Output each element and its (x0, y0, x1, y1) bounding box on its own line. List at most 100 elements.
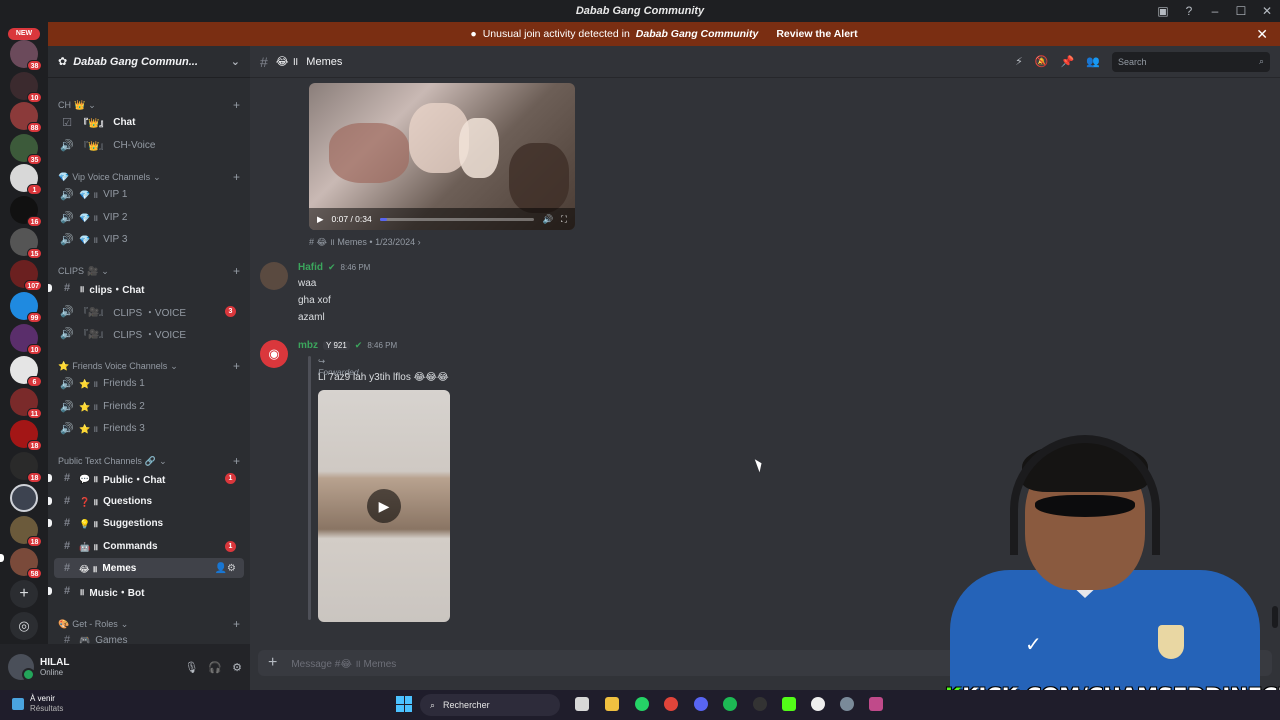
channel-chat[interactable]: ☑ 『👑』 Chat (54, 112, 244, 132)
channel-public-chat[interactable]: # 💬 ॥ Public・Chat 1 (48, 468, 244, 488)
guild-header[interactable]: ✿ Dabab Gang Commun... ⌄ (48, 46, 250, 78)
server-icon[interactable]: 38 (10, 40, 42, 71)
server-icon[interactable] (10, 484, 38, 512)
fullscreen-icon[interactable]: ⛶ (561, 214, 567, 225)
volume-icon[interactable]: 🔊 (542, 214, 553, 225)
server-icon[interactable]: 6 (10, 356, 42, 387)
discover-icon[interactable]: ◎ (10, 612, 38, 640)
server-icon[interactable]: 10 (10, 324, 42, 355)
start-button[interactable] (396, 696, 412, 712)
category-public[interactable]: Public Text Channels 🔗 ⌄ + (58, 454, 240, 468)
add-channel-icon[interactable]: + (233, 454, 240, 468)
channel-questions[interactable]: # ❓ ॥ Questions (48, 491, 244, 511)
threads-icon[interactable]: ⚡ (1015, 55, 1023, 68)
channel-vip-3[interactable]: 🔊 💎 ॥ VIP 3 (54, 229, 244, 249)
members-icon[interactable]: 👥 (1086, 55, 1100, 68)
media-player-icon[interactable] (811, 697, 825, 711)
category-vip[interactable]: 💎 Vip Voice Channels ⌄ + (58, 170, 240, 184)
server-icon[interactable]: 1 (10, 164, 42, 195)
server-icon[interactable]: 58 (10, 548, 42, 579)
server-icon[interactable]: 107 (10, 260, 42, 291)
discord-logo-icon[interactable]: ◉ (260, 340, 288, 368)
terminal-icon[interactable] (782, 697, 796, 711)
file-explorer-icon[interactable] (575, 697, 589, 711)
microphone-icon[interactable]: 🎙 (184, 661, 198, 674)
channel-memes[interactable]: # 😂 ॥ Memes 👤⚙ (54, 558, 244, 578)
add-attachment-icon[interactable]: + (268, 654, 277, 672)
channel-ch-voice[interactable]: 🔊 『👑』 CH-Voice (54, 135, 244, 155)
server-icon[interactable]: 15 (10, 228, 42, 259)
folder-icon[interactable] (605, 697, 619, 711)
message-author[interactable]: Hafid (298, 262, 323, 273)
help-icon[interactable]: ? (1176, 4, 1202, 18)
review-alert-button[interactable]: Review the Alert (776, 28, 857, 40)
avatar[interactable] (8, 654, 35, 681)
discord-icon[interactable] (694, 697, 708, 711)
channel-suggestions[interactable]: # 💡 ॥ Suggestions (48, 513, 244, 533)
avatar[interactable] (260, 262, 288, 290)
play-icon[interactable]: ▶ (367, 489, 401, 523)
search-input[interactable]: Search ⌕ (1112, 51, 1270, 72)
server-icon[interactable]: 88 (10, 102, 42, 133)
add-channel-icon[interactable]: + (233, 617, 240, 631)
pin-icon[interactable]: 📌 (1061, 55, 1075, 68)
channel-vip-1[interactable]: 🔊 💎 ॥ VIP 1 (54, 184, 244, 204)
gear-icon[interactable]: ⚙ (232, 661, 242, 674)
headphones-icon[interactable]: 🎧 (208, 661, 222, 674)
star-icon: ⭐ (58, 360, 70, 371)
category-roles[interactable]: 🎨 Get - Roles ⌄ + (58, 617, 240, 631)
spotify-icon[interactable] (723, 697, 737, 711)
play-icon[interactable]: ▶ (317, 214, 324, 225)
notification-icon[interactable]: 🔕 (1035, 55, 1049, 68)
video-progress-bar[interactable] (379, 217, 535, 221)
snipping-tool-icon[interactable] (869, 697, 883, 711)
server-icon[interactable]: 16 (10, 196, 42, 227)
channel-vip-2[interactable]: 🔊 💎 ॥ VIP 2 (54, 207, 244, 227)
channel-commands[interactable]: # 🤖 ॥ Commands 1 (54, 536, 244, 556)
channel-friends-1[interactable]: 🔊 ⭐ ॥ Friends 1 (54, 373, 244, 393)
server-icon[interactable]: 18 (10, 516, 42, 547)
message-text: azaml (298, 312, 325, 323)
forward-source[interactable]: # 😂 ॥ Memes • 1/23/2024 › (309, 235, 421, 248)
add-channel-icon[interactable]: + (233, 264, 240, 278)
server-icon[interactable]: 11 (10, 388, 42, 419)
settings-gear-icon[interactable] (840, 697, 854, 711)
channel-settings-icon[interactable]: 👤⚙ (215, 563, 236, 574)
channel-clips-voice-2[interactable]: 🔊 『🎥』 CLIPS ・VOICE (54, 323, 244, 343)
weather-widget[interactable]: À venir Résultats (12, 694, 63, 714)
channel-music-bot[interactable]: # ॥ Music・Bot (48, 581, 244, 601)
video-attachment[interactable]: ▶ 0:07 / 0:34 🔊 ⛶ (309, 83, 575, 230)
channel-clips-voice-1[interactable]: 🔊 『🎥』 CLIPS ・VOICE 3 (54, 301, 244, 321)
speaker-icon: 🔊 (60, 327, 74, 340)
category-friends[interactable]: ⭐ Friends Voice Channels ⌄ + (58, 359, 240, 373)
add-server-icon[interactable]: + (10, 580, 38, 608)
nike-logo: ✓ (1025, 634, 1042, 656)
message-author[interactable]: mbz (298, 340, 318, 351)
server-icon[interactable]: 10 (10, 72, 42, 103)
close-window-button[interactable]: ✕ (1254, 4, 1280, 18)
whatsapp-icon[interactable] (635, 697, 649, 711)
minimize-button[interactable]: – (1202, 4, 1228, 18)
server-icon[interactable]: 99 (10, 292, 42, 323)
add-channel-icon[interactable]: + (233, 98, 240, 112)
server-icon[interactable]: 18 (10, 420, 42, 451)
category-ch[interactable]: CH 👑 ⌄ + (58, 98, 240, 112)
taskbar-search[interactable]: ⌕ Rechercher (420, 694, 560, 716)
add-channel-icon[interactable]: + (233, 170, 240, 184)
category-clips[interactable]: CLIPS 🎥 ⌄ + (58, 264, 240, 278)
inbox-icon[interactable]: ▣ (1150, 4, 1176, 18)
alert-icon: ● (470, 28, 477, 40)
server-icon[interactable]: 18 (10, 452, 42, 483)
channel-friends-2[interactable]: 🔊 ⭐ ॥ Friends 2 (54, 396, 244, 416)
channel-friends-3[interactable]: 🔊 ⭐ ॥ Friends 3 (54, 418, 244, 438)
chrome-icon[interactable] (664, 697, 678, 711)
server-icon[interactable]: 35 (10, 134, 42, 165)
video-attachment[interactable]: ▶ (318, 390, 450, 622)
maximize-button[interactable]: ☐ (1228, 4, 1254, 18)
add-channel-icon[interactable]: + (233, 359, 240, 373)
channel-games[interactable]: # 🎮 Games (54, 630, 244, 644)
channel-clips-chat[interactable]: # ॥ clips・Chat (48, 278, 244, 298)
close-icon[interactable]: ✕ (1256, 26, 1268, 43)
obs-icon[interactable] (753, 697, 767, 711)
video-time: 0:07 / 0:34 (331, 214, 372, 224)
